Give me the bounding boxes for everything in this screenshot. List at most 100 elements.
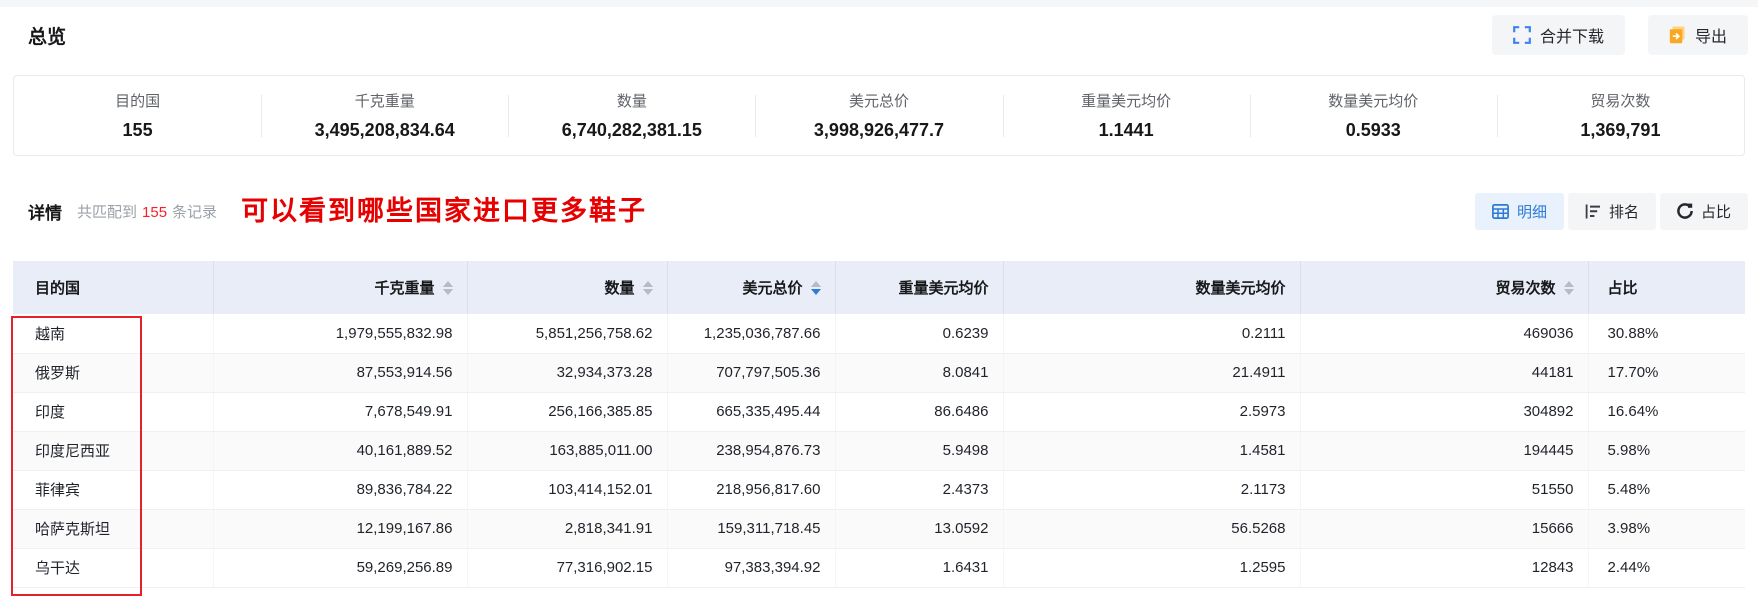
cell-weight-kg: 12,199,167.86 <box>213 509 468 549</box>
tab-ranking[interactable]: 排名 <box>1567 192 1656 230</box>
stat-usd-per-unit: 数量美元均价 0.5933 <box>1250 90 1497 141</box>
match-count: 155 <box>142 203 168 221</box>
stat-value: 3,998,926,477.7 <box>813 120 945 140</box>
stat-label: 重量美元均价 <box>1081 93 1172 110</box>
merge-download-label: 合并下载 <box>1539 29 1604 46</box>
stat-value: 6,740,282,381.15 <box>561 120 702 140</box>
col-label: 千克重量 <box>374 280 435 297</box>
cell-trade-count: 304892 <box>1300 392 1589 432</box>
col-header-weight-kg[interactable]: 千克重量 <box>213 261 468 314</box>
table-row: 印度 7,678,549.91 256,166,385.85 665,335,4… <box>13 392 1745 432</box>
stat-usd-total: 美元总价 3,998,926,477.7 <box>755 90 1002 141</box>
cell-quantity: 256,166,385.85 <box>467 392 668 432</box>
red-annotation-text: 可以看到哪些国家进口更多鞋子 <box>241 195 648 226</box>
cell-quantity: 77,316,902.15 <box>467 548 668 588</box>
table-row: 越南 1,979,555,832.98 5,851,256,758.62 1,2… <box>13 314 1745 354</box>
cell-country: 哈萨克斯坦 <box>13 509 214 549</box>
cell-share: 16.64% <box>1588 392 1745 432</box>
header-actions: 合并下载 导出 <box>1491 15 1748 55</box>
table-detail-icon <box>1492 203 1509 219</box>
proportion-icon <box>1677 203 1693 219</box>
cell-usd-per-unit: 1.2595 <box>1003 548 1301 588</box>
col-header-share: 占比 <box>1588 261 1745 314</box>
sort-icon <box>1563 280 1574 295</box>
details-title: 详情 <box>28 203 62 223</box>
col-label: 重量美元均价 <box>898 280 989 297</box>
tab-detail[interactable]: 明细 <box>1474 192 1564 230</box>
cell-usd-total: 218,956,817.60 <box>667 470 836 510</box>
export-button[interactable]: 导出 <box>1647 15 1748 55</box>
page-top-strip <box>0 0 1758 7</box>
tab-proportion-label: 占比 <box>1700 203 1731 221</box>
stat-destination-country: 目的国 155 <box>14 90 261 141</box>
cell-weight-kg: 1,979,555,832.98 <box>213 314 468 354</box>
cell-quantity: 2,818,341.91 <box>467 509 668 549</box>
merge-download-button[interactable]: 合并下载 <box>1491 15 1625 55</box>
cell-trade-count: 12843 <box>1300 548 1589 588</box>
details-table-section: 目的国 千克重量 数量 美元总价 重量美元均价 数量美元均价 贸易次数 占比 越… <box>13 261 1745 588</box>
cell-weight-kg: 40,161,889.52 <box>213 431 468 471</box>
stat-value: 1.1441 <box>1098 120 1154 140</box>
merge-download-icon <box>1513 26 1531 44</box>
cell-country: 乌干达 <box>13 548 214 588</box>
col-label: 目的国 <box>35 280 81 297</box>
cell-usd-per-kg: 5.9498 <box>835 431 1004 471</box>
stat-label: 美元总价 <box>848 93 909 110</box>
cell-trade-count: 194445 <box>1300 431 1589 471</box>
cell-usd-per-unit: 2.1173 <box>1003 470 1301 510</box>
cell-usd-total: 238,954,876.73 <box>667 431 836 471</box>
col-header-usd-per-kg: 重量美元均价 <box>835 261 1004 314</box>
export-icon <box>1669 26 1686 44</box>
col-header-usd-total[interactable]: 美元总价 <box>667 261 836 314</box>
col-header-quantity[interactable]: 数量 <box>467 261 668 314</box>
col-label: 占比 <box>1607 280 1638 297</box>
cell-country: 印度 <box>13 392 214 432</box>
cell-country: 菲律宾 <box>13 470 214 510</box>
sort-icon-active-desc <box>810 280 821 295</box>
stat-label: 千克重量 <box>354 93 415 110</box>
cell-share: 5.48% <box>1588 470 1745 510</box>
export-label: 导出 <box>1694 29 1727 46</box>
cell-trade-count: 15666 <box>1300 509 1589 549</box>
stat-usd-per-kg: 重量美元均价 1.1441 <box>1003 90 1250 141</box>
col-header-trade-count[interactable]: 贸易次数 <box>1300 261 1589 314</box>
details-header: 详情 共匹配到 155 条记录 可以看到哪些国家进口更多鞋子 明细 排名 占比 <box>0 191 1758 231</box>
cell-weight-kg: 89,836,784.22 <box>213 470 468 510</box>
tab-proportion[interactable]: 占比 <box>1659 192 1748 230</box>
cell-quantity: 32,934,373.28 <box>467 353 668 393</box>
cell-usd-total: 97,383,394.92 <box>667 548 836 588</box>
stat-label: 贸易次数 <box>1590 93 1651 110</box>
sort-icon <box>442 280 453 295</box>
stat-weight-kg: 千克重量 3,495,208,834.64 <box>261 90 508 141</box>
cell-usd-total: 159,311,718.45 <box>667 509 836 549</box>
stat-label: 数量美元均价 <box>1328 93 1419 110</box>
tab-ranking-label: 排名 <box>1608 203 1639 221</box>
cell-weight-kg: 59,269,256.89 <box>213 548 468 588</box>
stat-value: 3,495,208,834.64 <box>314 120 455 140</box>
overview-stats-card: 目的国 155 千克重量 3,495,208,834.64 数量 6,740,2… <box>13 75 1745 156</box>
col-header-usd-per-unit: 数量美元均价 <box>1003 261 1301 314</box>
overview-header: 总览 合并下载 导出 <box>0 7 1758 57</box>
cell-country: 印度尼西亚 <box>13 431 214 471</box>
cell-usd-per-kg: 13.0592 <box>835 509 1004 549</box>
stat-trade-count: 贸易次数 1,369,791 <box>1497 90 1744 141</box>
match-prefix: 共匹配到 <box>77 203 138 221</box>
match-suffix: 条记录 <box>172 203 218 221</box>
stat-value: 0.5933 <box>1345 120 1401 140</box>
cell-usd-per-unit: 56.5268 <box>1003 509 1301 549</box>
table-row: 菲律宾 89,836,784.22 103,414,152.01 218,956… <box>13 470 1745 510</box>
cell-trade-count: 51550 <box>1300 470 1589 510</box>
cell-share: 5.98% <box>1588 431 1745 471</box>
cell-usd-per-unit: 1.4581 <box>1003 431 1301 471</box>
stat-quantity: 数量 6,740,282,381.15 <box>508 90 755 141</box>
cell-usd-per-kg: 1.6431 <box>835 548 1004 588</box>
cell-usd-per-unit: 21.4911 <box>1003 353 1301 393</box>
view-tabs: 明细 排名 占比 <box>1474 192 1748 230</box>
cell-usd-total: 707,797,505.36 <box>667 353 836 393</box>
col-label: 贸易次数 <box>1495 280 1556 297</box>
cell-share: 3.98% <box>1588 509 1745 549</box>
table-row: 乌干达 59,269,256.89 77,316,902.15 97,383,3… <box>13 548 1745 588</box>
cell-usd-per-kg: 2.4373 <box>835 470 1004 510</box>
cell-trade-count: 469036 <box>1300 314 1589 354</box>
cell-share: 2.44% <box>1588 548 1745 588</box>
